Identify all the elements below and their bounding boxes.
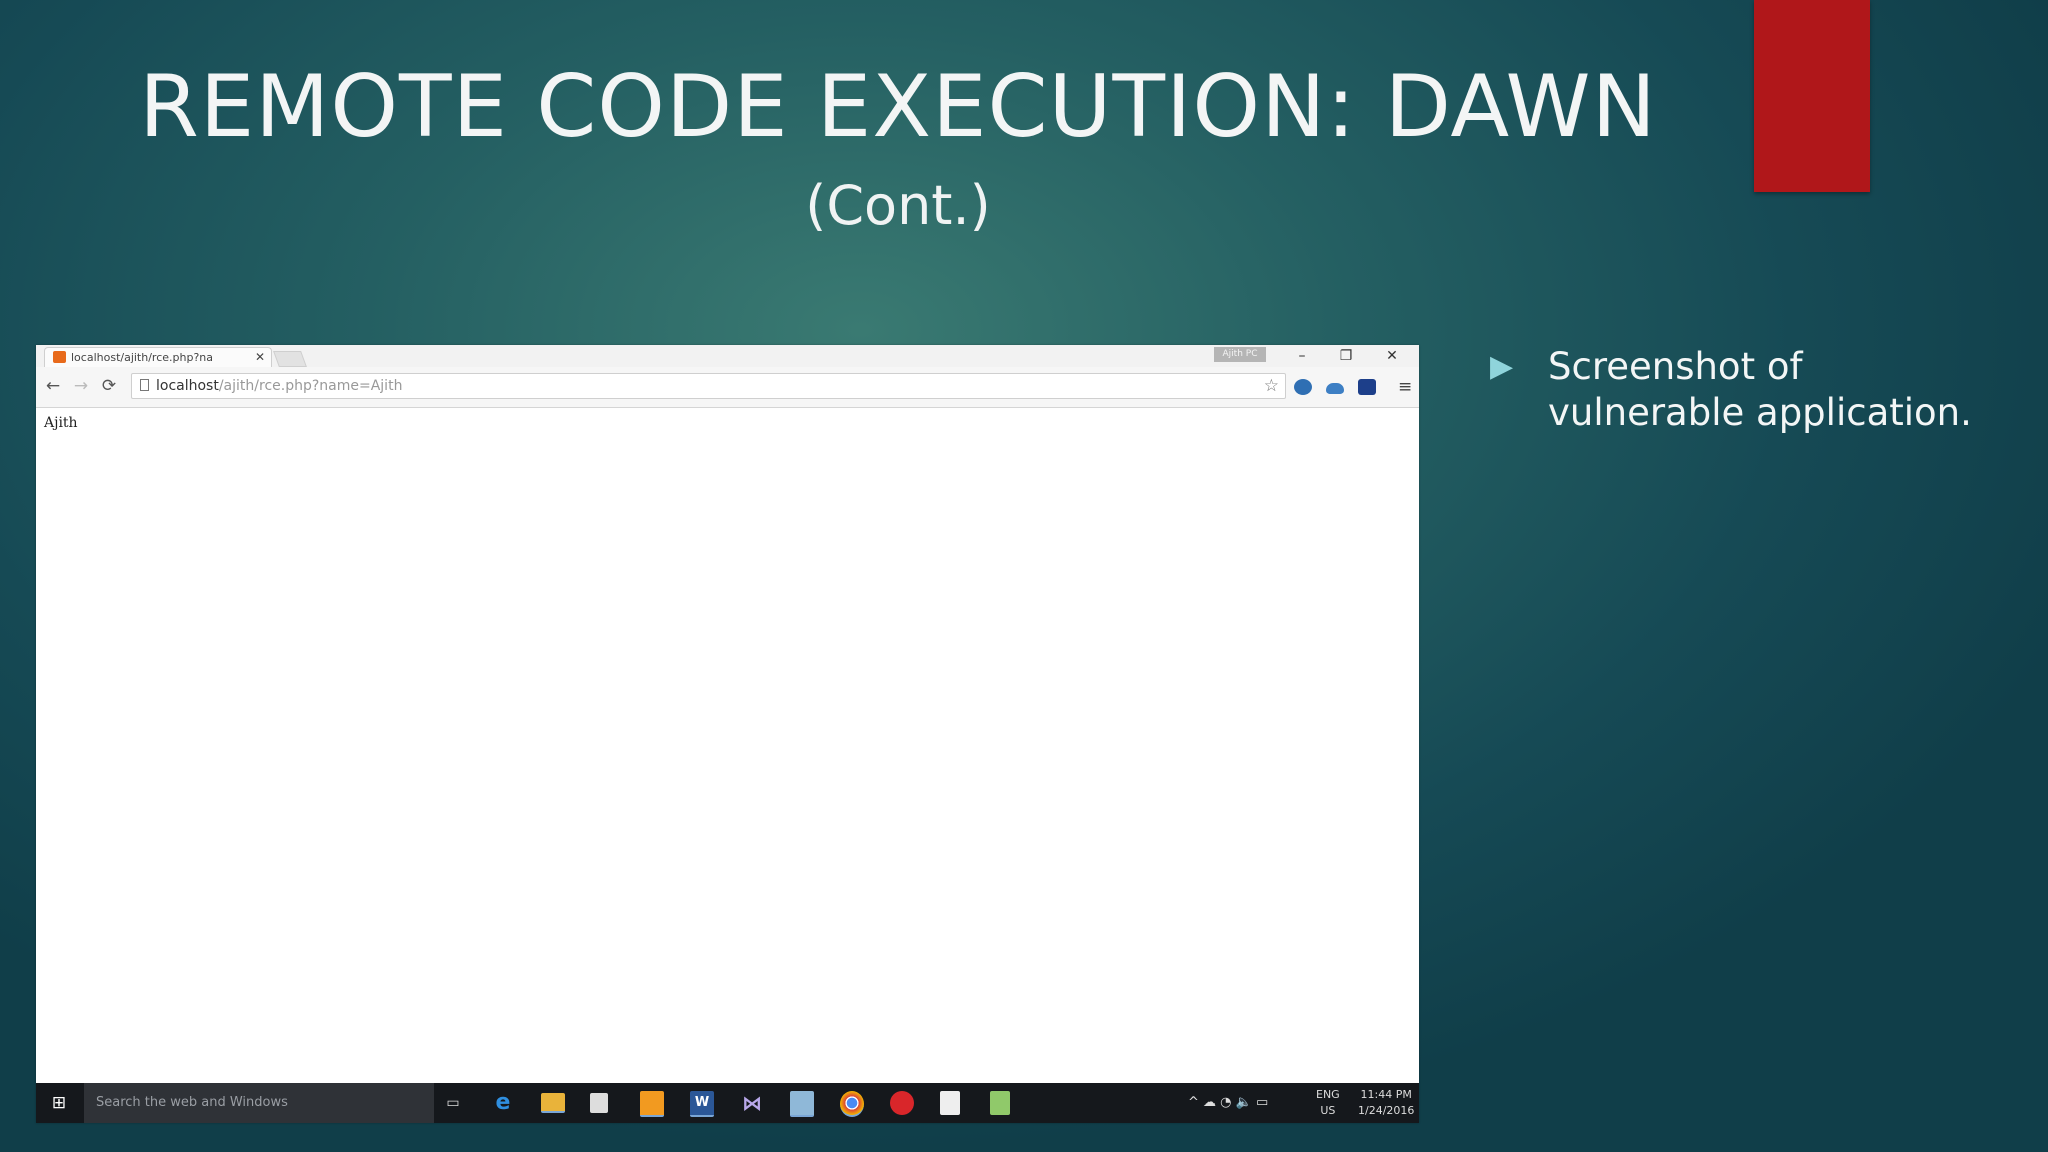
visual-studio-icon[interactable]: ⋈ bbox=[740, 1091, 764, 1115]
region-code: US bbox=[1320, 1104, 1336, 1117]
forward-button[interactable]: → bbox=[70, 375, 92, 397]
restore-button[interactable]: ❐ bbox=[1326, 345, 1366, 367]
bullet-arrow-icon: ▶ bbox=[1490, 349, 1514, 384]
extension-bird-icon[interactable] bbox=[1294, 379, 1312, 395]
extension-cloud-icon[interactable] bbox=[1326, 383, 1344, 394]
red-app-icon[interactable] bbox=[890, 1091, 914, 1115]
tab-close-icon[interactable]: ✕ bbox=[255, 350, 265, 364]
url-text: localhost/ajith/rce.php?name=Ajith bbox=[156, 374, 402, 398]
notepad-icon[interactable] bbox=[790, 1091, 814, 1117]
system-tray-icons[interactable]: ^ ☁ ◔ 🔈 ▭ bbox=[1188, 1083, 1268, 1123]
extension-chart-icon[interactable] bbox=[1358, 379, 1376, 395]
taskbar-search-box[interactable]: Search the web and Windows bbox=[84, 1083, 434, 1123]
address-bar[interactable]: localhost/ajith/rce.php?name=Ajith ☆ bbox=[131, 373, 1286, 399]
edit-document-icon[interactable] bbox=[940, 1091, 960, 1115]
clock-time: 11:44 PM bbox=[1360, 1088, 1412, 1101]
bookmark-star-icon[interactable]: ☆ bbox=[1264, 374, 1279, 398]
back-button[interactable]: ← bbox=[42, 375, 64, 397]
chrome-icon[interactable] bbox=[840, 1091, 864, 1117]
minimize-button[interactable]: – bbox=[1282, 345, 1322, 367]
browser-toolbar: ← → ⟳ localhost/ajith/rce.php?name=Ajith… bbox=[36, 367, 1419, 408]
notepad-plus-icon[interactable] bbox=[990, 1091, 1010, 1115]
store-icon[interactable] bbox=[590, 1093, 608, 1113]
taskbar-clock[interactable]: 11:44 PM 1/24/2016 bbox=[1358, 1087, 1414, 1119]
browser-tabbar: localhost/ajith/rce.php?na ✕ Ajith PC – … bbox=[36, 345, 1419, 367]
language-code: ENG bbox=[1316, 1088, 1340, 1101]
windows-taskbar: ⊞ Search the web and Windows ▭ e W ⋈ ^ ☁… bbox=[36, 1083, 1419, 1123]
word-icon[interactable]: W bbox=[690, 1091, 714, 1117]
user-profile-chip[interactable]: Ajith PC bbox=[1214, 347, 1266, 362]
chrome-menu-icon[interactable]: ≡ bbox=[1398, 377, 1412, 397]
clock-date: 1/24/2016 bbox=[1358, 1104, 1415, 1117]
url-host: localhost bbox=[156, 378, 219, 394]
url-path: /ajith/rce.php?name=Ajith bbox=[218, 378, 403, 394]
close-window-button[interactable]: ✕ bbox=[1372, 345, 1412, 367]
tab-favicon-icon bbox=[53, 351, 66, 363]
sublime-icon[interactable] bbox=[640, 1091, 664, 1117]
slide-title: REMOTE CODE EXECUTION: DAWN bbox=[139, 57, 1657, 157]
embedded-screenshot: localhost/ajith/rce.php?na ✕ Ajith PC – … bbox=[36, 345, 1419, 1123]
page-content-text: Ajith bbox=[44, 415, 78, 431]
slide-subtitle: (Cont.) bbox=[805, 174, 991, 237]
file-explorer-icon[interactable] bbox=[541, 1093, 565, 1113]
reload-button[interactable]: ⟳ bbox=[98, 375, 120, 397]
browser-tab[interactable]: localhost/ajith/rce.php?na ✕ bbox=[44, 347, 272, 367]
bullet-list: ▶ Screenshot of vulnerable application. bbox=[1490, 344, 2010, 436]
windows-start-icon[interactable]: ⊞ bbox=[48, 1093, 70, 1113]
language-indicator[interactable]: ENG US bbox=[1316, 1087, 1340, 1119]
tab-title: localhost/ajith/rce.php?na bbox=[71, 351, 214, 364]
page-icon bbox=[140, 379, 149, 391]
bullet-text: Screenshot of vulnerable application. bbox=[1548, 345, 1972, 434]
new-tab-button[interactable] bbox=[273, 351, 307, 367]
edge-icon[interactable]: e bbox=[491, 1091, 515, 1115]
task-view-icon[interactable]: ▭ bbox=[441, 1091, 465, 1115]
